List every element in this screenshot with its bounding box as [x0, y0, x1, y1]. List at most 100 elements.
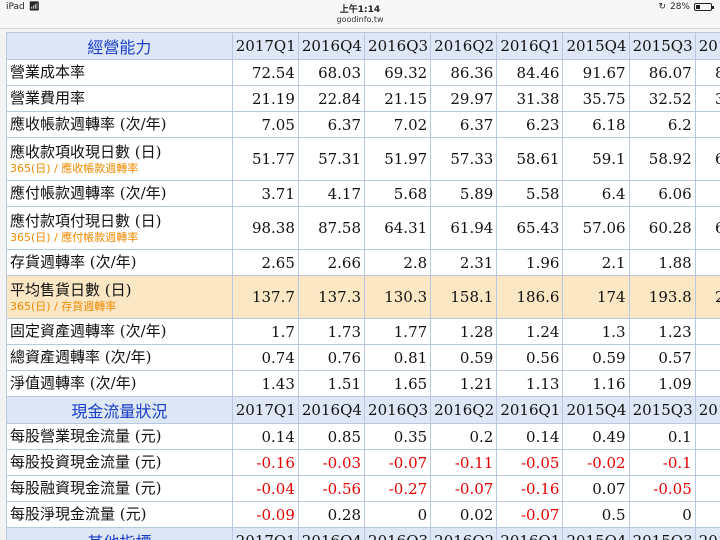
table-row: 應收帳款週轉率 (次/年) 7.05 6.37 7.02 6.37 6.23 6.18 6.2… [6, 111, 720, 138]
value-cell: -0.09 [231, 501, 299, 528]
status-bar: iPad 📶︎ 上午1:14 goodinfo.tw ↻ 28% [0, 0, 720, 29]
value-cell: 137.3 [297, 275, 366, 319]
row-label-text: 營業成本率 [10, 63, 86, 81]
value-cell: 91.67 [562, 59, 630, 86]
quarter-header: 2015Q3 [628, 396, 696, 424]
value-cell: 58.61 [496, 137, 564, 181]
quarter-header: 2015Q3 [628, 527, 696, 540]
value-cell: 6.37 [297, 111, 366, 138]
value-cell: 0.07 [562, 475, 630, 502]
table-row: 平均售貨日數 (日) 365(日) / 存貨週轉率 137.7 137.3 130.3 1… [6, 275, 720, 319]
value-cell: 0.5 [562, 501, 630, 528]
value-cell: 0.49 [562, 423, 630, 450]
section-title[interactable]: 其他指標 [6, 527, 233, 540]
value-cell: 35.77 [694, 85, 720, 112]
row-label-text: 每股淨現金流量 (元) [10, 505, 147, 523]
value-cell: 0.81 [364, 344, 432, 371]
value-cell: 6.06 [628, 180, 696, 207]
value-cell: 1.88 [628, 249, 696, 276]
value-cell: 57.33 [430, 137, 498, 181]
value-cell: 86.36 [430, 59, 498, 86]
value-cell: -0.07 [430, 475, 498, 502]
value-cell: 1.24 [496, 318, 564, 345]
value-cell: 193.8 [628, 275, 696, 319]
row-label: 每股營業現金流量 (元) [6, 423, 233, 450]
quarter-header: 2015Q4 [562, 396, 630, 424]
table-row: 存貨週轉率 (次/年) 2.652.662.82.311.962.11.881.7… [6, 249, 720, 276]
value-cell: 98.38 [231, 206, 299, 250]
value-cell: 5.68 [364, 180, 432, 207]
value-cell: 0.28 [297, 501, 366, 528]
table-row: 應付帳款週轉率 (次/年) 3.71 4.17 5.68 5.89 5.58 6.4 6.06… [6, 180, 720, 207]
value-cell: 186.6 [496, 275, 564, 319]
value-cell: 87.77 [694, 59, 720, 86]
row-label: 平均售貨日數 (日) 365(日) / 存貨週轉率 [6, 275, 233, 319]
value-cell: 0.14 [231, 423, 299, 450]
value-cell: -0.05 [496, 449, 564, 476]
value-cell: -0.07 [496, 501, 564, 528]
row-label-text: 營業費用率 [10, 89, 86, 107]
quarter-header: 2016Q2 [430, 527, 498, 540]
value-cell: -0.56 [297, 475, 366, 502]
value-cell: 1.23 [628, 318, 696, 345]
value-cell: 5.58 [496, 180, 564, 207]
quarter-header: 2016Q3 [364, 527, 432, 540]
row-formula-note: 365(日) / 存貨週轉率 [10, 300, 117, 313]
value-cell: 0.59 [562, 344, 630, 371]
value-cell: 1.65 [364, 370, 432, 397]
value-cell: 35.75 [562, 85, 630, 112]
section-title[interactable]: 現金流量狀況 [6, 396, 233, 424]
value-cell: 60.05 [694, 137, 720, 181]
row-label-text: 總資產週轉率 (次/年) [10, 348, 152, 366]
financial-table-container[interactable]: 經營能力 2017Q1 2016Q4 2016Q3 2016Q2 2016Q1 2015Q4… [6, 32, 720, 540]
row-label-text: 每股融資現金流量 (元) [10, 479, 162, 497]
row-label-text: 平均售貨日數 (日) [10, 281, 132, 299]
quarter-header: 2016Q2 [430, 396, 498, 424]
value-cell: 1.43 [231, 370, 299, 397]
quarter-header: 2017Q1 [231, 32, 299, 60]
value-cell: 1.51 [297, 370, 366, 397]
financial-ratio-table: 經營能力 2017Q1 2016Q4 2016Q3 2016Q2 2016Q1 2015Q4… [6, 32, 720, 540]
orientation-lock-icon: ↻ [658, 2, 666, 12]
value-cell: 6.37 [430, 111, 498, 138]
row-label: 固定資產週轉率 (次/年) [6, 318, 233, 345]
value-cell: 0.48 [694, 344, 720, 371]
value-cell: 51.97 [364, 137, 432, 181]
value-cell: -0.16 [496, 475, 564, 502]
value-cell: -0.06 [694, 423, 720, 450]
value-cell: 0.76 [297, 344, 366, 371]
row-label-text: 應付帳款週轉率 (次/年) [10, 184, 167, 202]
address-bar[interactable]: goodinfo.tw [0, 15, 720, 24]
value-cell: 2.66 [297, 249, 366, 276]
row-label-text: 固定資產週轉率 (次/年) [10, 322, 167, 340]
value-cell: 59.1 [562, 137, 630, 181]
value-cell: 0 [628, 501, 696, 528]
value-cell: 21.19 [231, 85, 299, 112]
value-cell: 174 [562, 275, 630, 319]
value-cell: 0.35 [364, 423, 432, 450]
table-row: 營業成本率 72.54 68.03 69.32 86.36 84.46 91.67 86.07… [6, 59, 720, 86]
value-cell: 61.94 [430, 206, 498, 250]
section-title[interactable]: 經營能力 [6, 32, 233, 60]
table-row: 固定資產週轉率 (次/年) 1.71.731.771.281.241.31.231… [6, 318, 720, 345]
value-cell: 1.16 [562, 370, 630, 397]
quarter-header: 2016Q2 [430, 32, 498, 60]
value-cell: 1.21 [430, 370, 498, 397]
value-cell: 5.89 [430, 180, 498, 207]
value-cell: 6.4 [562, 180, 630, 207]
value-cell: 72.54 [231, 59, 299, 86]
row-formula-note: 365(日) / 應付帳款週轉率 [10, 231, 139, 244]
status-time: 上午1:14 [339, 5, 381, 15]
value-cell: 1.72 [694, 249, 720, 276]
table-row: 淨值週轉率 (次/年) 1.431.511.651.211.131.161.090… [6, 370, 720, 397]
value-cell: 58.92 [628, 137, 696, 181]
value-cell: -0.5 [694, 475, 720, 502]
value-cell: 7.02 [364, 111, 432, 138]
quarter-header: 2015Q4 [562, 32, 630, 60]
value-cell: 137.7 [231, 275, 299, 319]
table-row: 每股營業現金流量 (元)0.140.850.350.20.140.490.1-0… [6, 423, 720, 450]
table-row: 每股淨現金流量 (元)-0.090.2800.02-0.070.50-0.73 [6, 501, 720, 528]
value-cell: 29.97 [430, 85, 498, 112]
value-cell: 1.77 [364, 318, 432, 345]
value-cell: 6.23 [496, 111, 564, 138]
